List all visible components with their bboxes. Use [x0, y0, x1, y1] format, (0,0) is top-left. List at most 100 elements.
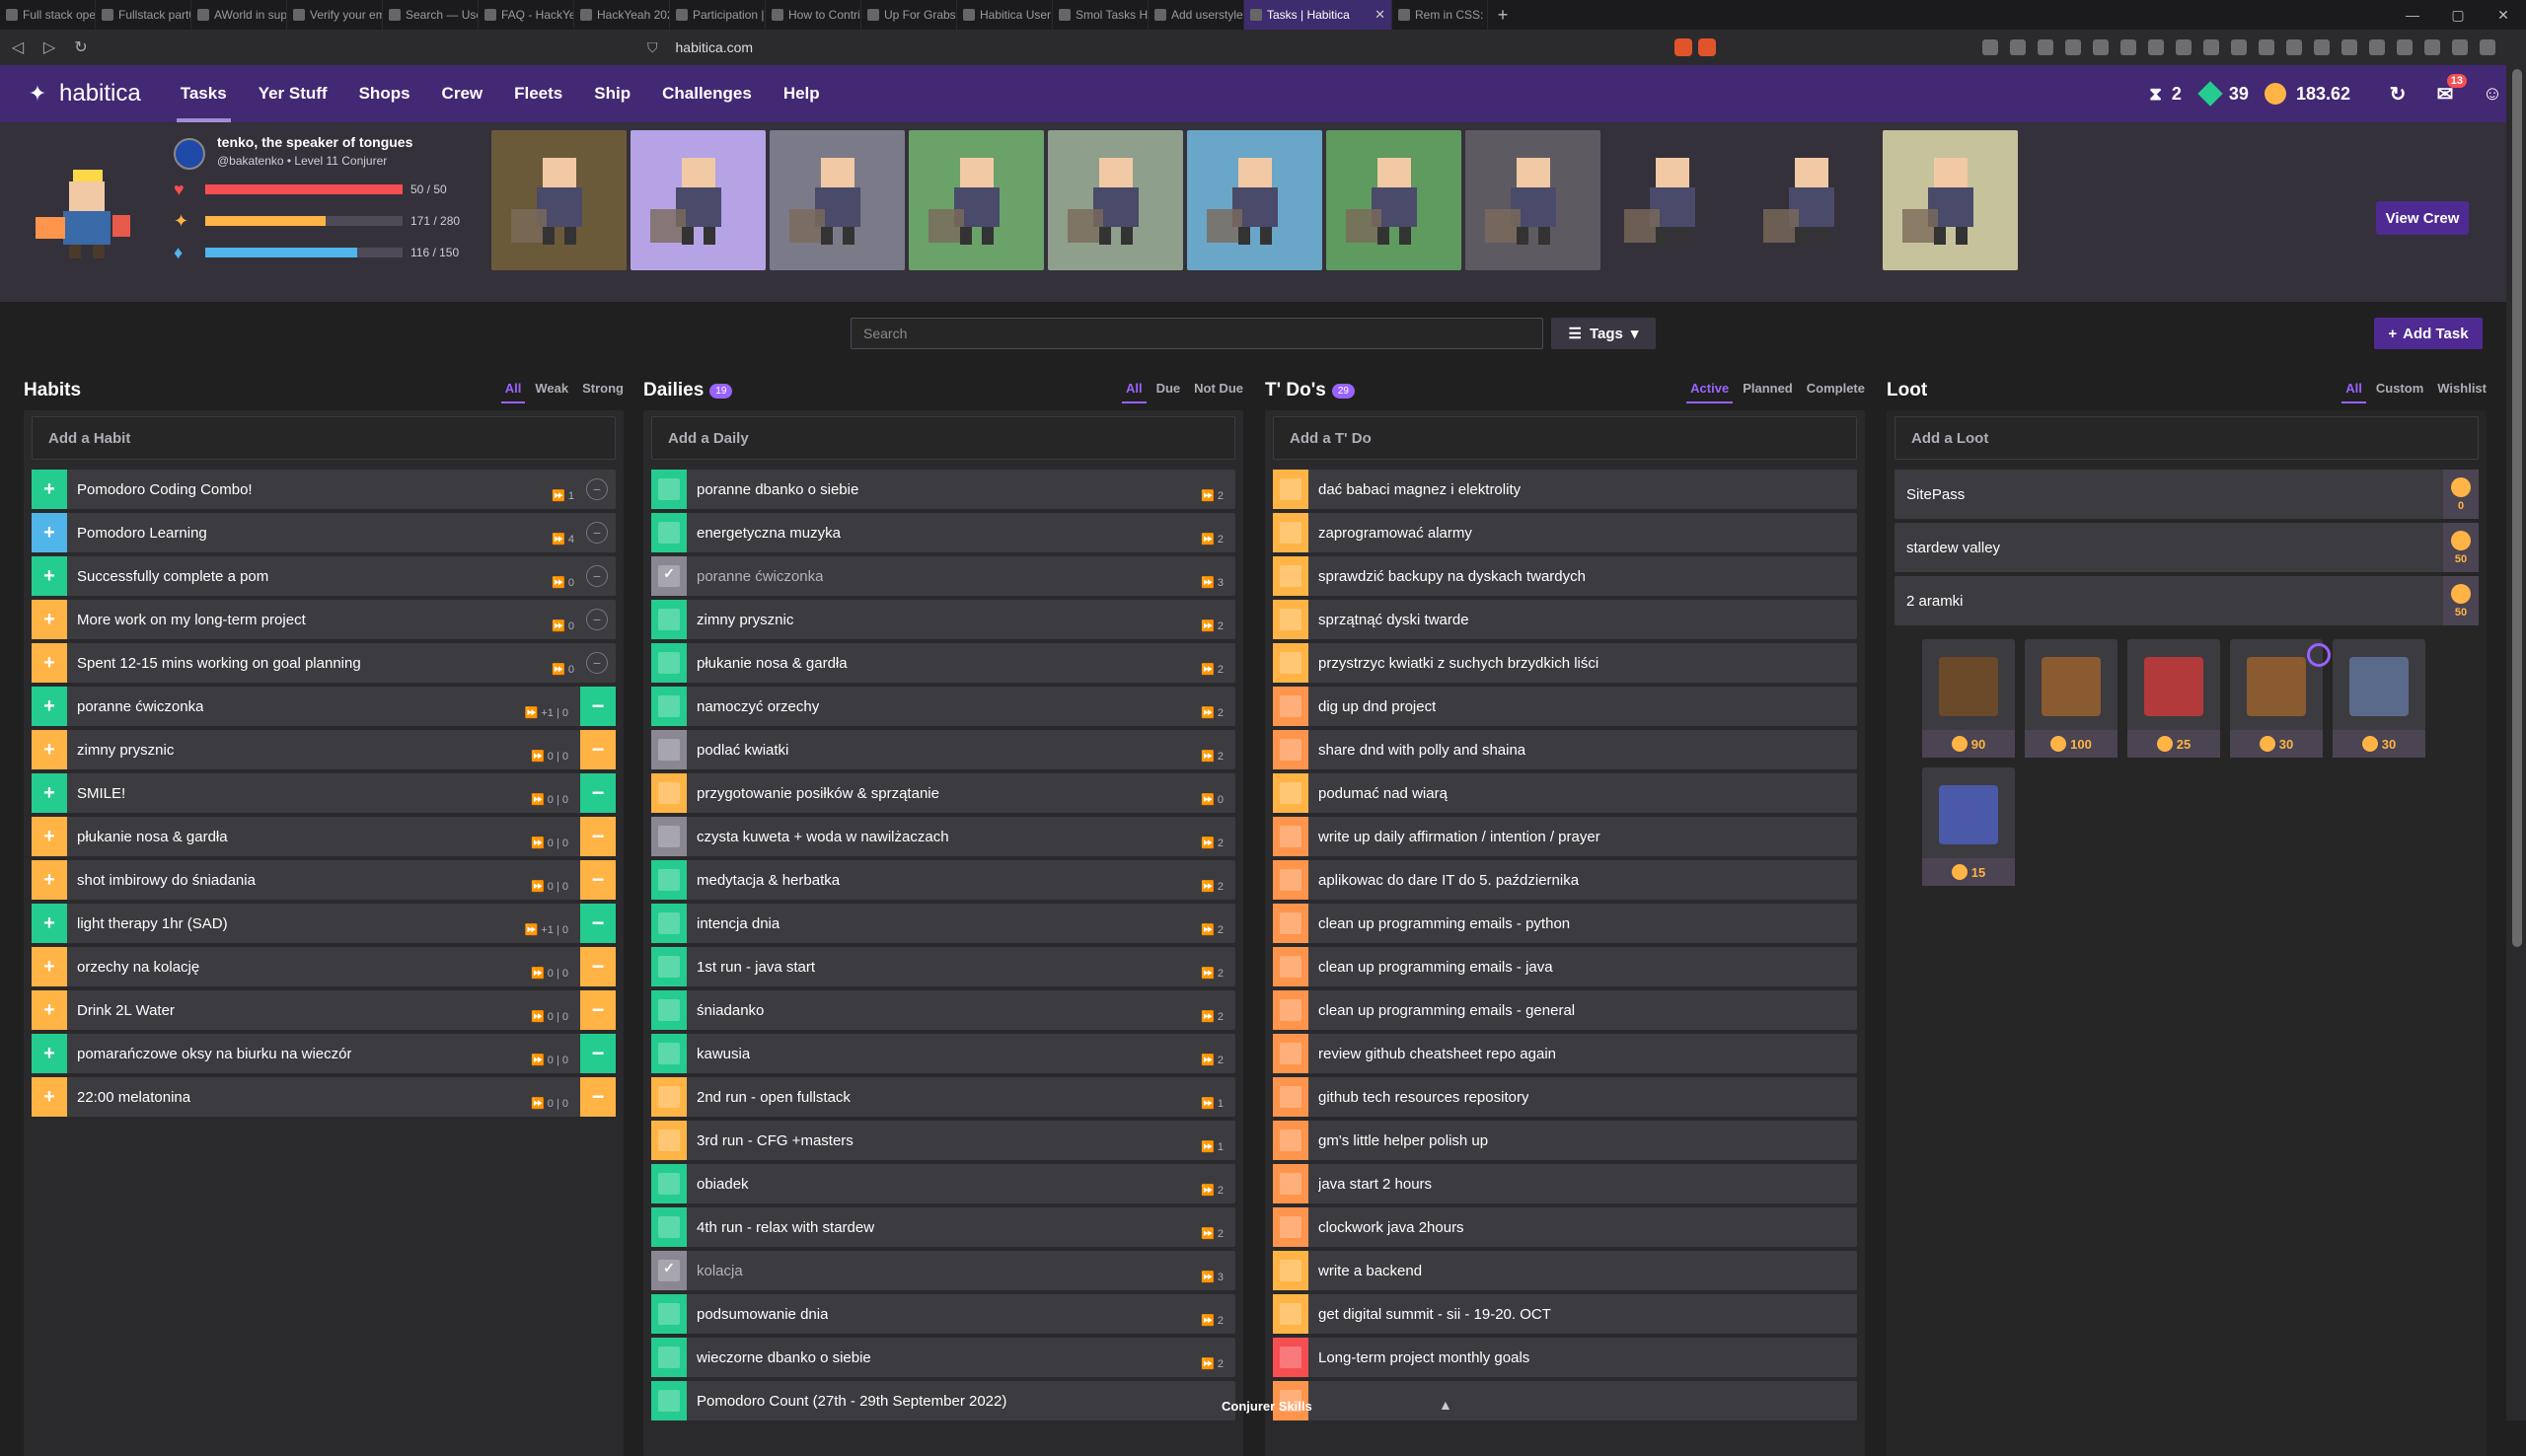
todo-title[interactable]: clean up programming emails - general — [1318, 1002, 1575, 1019]
daily-checkbox[interactable] — [651, 1207, 687, 1247]
todo-checkbox[interactable] — [1273, 947, 1308, 986]
todo-title[interactable]: dać babaci magnez i elektrolity — [1318, 481, 1521, 498]
shop-item[interactable]: 100 — [2025, 639, 2117, 758]
nav-crew[interactable]: Crew — [442, 65, 483, 122]
add-task-button[interactable]: + Add Task — [2374, 318, 2483, 349]
habit-minus-button[interactable]: − — [586, 522, 608, 544]
daily-checkbox[interactable]: ✓ — [651, 556, 687, 596]
todo-checkbox[interactable] — [1273, 600, 1308, 639]
habit-title[interactable]: pomarańczowe oksy na biurku na wieczór — [77, 1046, 351, 1062]
todo-title[interactable]: gm's little helper polish up — [1318, 1132, 1488, 1149]
habits-filter-weak[interactable]: Weak — [535, 381, 568, 401]
add-loot-input[interactable]: Add a Loot — [1894, 416, 2479, 460]
party-member-avatar[interactable] — [631, 130, 766, 270]
habit-plus-button[interactable]: + — [32, 470, 67, 509]
todo-title[interactable]: write a backend — [1318, 1263, 1422, 1279]
notifications-icon[interactable]: ✉ 13 — [2431, 74, 2467, 108]
reload-icon[interactable]: ↻ — [67, 37, 95, 57]
extension-icon[interactable] — [2037, 39, 2053, 55]
dailies-filter-not-due[interactable]: Not Due — [1194, 381, 1243, 401]
habit-minus-button[interactable]: − — [586, 565, 608, 587]
habit-title[interactable]: Spent 12-15 mins working on goal plannin… — [77, 655, 361, 672]
scrollbar-thumb[interactable] — [2512, 69, 2522, 947]
habit-minus-button[interactable]: − — [580, 990, 616, 1030]
nav-help[interactable]: Help — [783, 65, 820, 122]
add-daily-input[interactable]: Add a Daily — [651, 416, 1235, 460]
browser-tab[interactable]: Rem in CSS: Understa — [1392, 0, 1488, 30]
daily-checkbox[interactable] — [651, 904, 687, 943]
daily-title[interactable]: podlać kwiatki — [697, 742, 788, 759]
daily-title[interactable]: śniadanko — [697, 1002, 764, 1019]
todo-title[interactable]: get digital summit - sii - 19-20. OCT — [1318, 1306, 1551, 1323]
extension-icon[interactable] — [2423, 39, 2440, 55]
todo-title[interactable]: github tech resources repository — [1318, 1089, 1528, 1106]
extension-icon[interactable] — [2230, 39, 2247, 55]
shop-item[interactable]: 25 — [2127, 639, 2220, 758]
todo-title[interactable]: zaprogramować alarmy — [1318, 525, 1472, 542]
brave-shields[interactable] — [1673, 38, 1716, 56]
daily-title[interactable]: przygotowanie posiłków & sprzątanie — [697, 785, 939, 802]
todo-checkbox[interactable] — [1273, 513, 1308, 552]
todo-title[interactable]: Long-term project monthly goals — [1318, 1349, 1529, 1366]
daily-title[interactable]: kolacja — [697, 1263, 743, 1279]
todo-checkbox[interactable] — [1273, 1251, 1308, 1290]
daily-checkbox[interactable] — [651, 600, 687, 639]
daily-title[interactable]: wieczorne dbanko o siebie — [697, 1349, 871, 1366]
nav-ship[interactable]: Ship — [594, 65, 631, 122]
todo-checkbox[interactable] — [1273, 990, 1308, 1030]
browser-tab[interactable]: Smol Tasks Habitica — [1053, 0, 1149, 30]
daily-checkbox[interactable] — [651, 730, 687, 769]
extension-icon[interactable] — [2340, 39, 2357, 55]
habit-minus-button[interactable]: − — [580, 773, 616, 813]
habit-plus-button[interactable]: + — [32, 687, 67, 726]
browser-tab[interactable]: Full stack open 2022 — [0, 0, 96, 30]
habit-plus-button[interactable]: + — [32, 643, 67, 683]
party-member-avatar[interactable] — [1187, 130, 1322, 270]
daily-checkbox[interactable] — [651, 1381, 687, 1420]
todo-checkbox[interactable] — [1273, 817, 1308, 856]
todo-title[interactable]: java start 2 hours — [1318, 1176, 1432, 1193]
habit-minus-button[interactable]: − — [586, 609, 608, 630]
todo-checkbox[interactable] — [1273, 1338, 1308, 1377]
daily-checkbox[interactable] — [651, 947, 687, 986]
user-menu-icon[interactable]: ☺ — [2479, 80, 2506, 108]
habit-title[interactable]: 22:00 melatonina — [77, 1089, 190, 1106]
reward-price-button[interactable]: 50 — [2443, 523, 2479, 572]
todo-title[interactable]: aplikowac do dare IT do 5. października — [1318, 872, 1579, 889]
browser-tab[interactable]: Up For Grabs — [861, 0, 957, 30]
extension-icon[interactable] — [2479, 39, 2495, 55]
close-icon[interactable]: ✕ — [1374, 7, 1385, 23]
habit-plus-button[interactable]: + — [32, 1034, 67, 1073]
todo-checkbox[interactable] — [1273, 687, 1308, 726]
brave-rewards-icon[interactable] — [1697, 38, 1716, 56]
daily-title[interactable]: czysta kuweta + woda w nawilżaczach — [697, 829, 949, 845]
habit-plus-button[interactable]: + — [32, 904, 67, 943]
extension-icon[interactable] — [2368, 39, 2385, 55]
todos-filter-active[interactable]: Active — [1686, 381, 1734, 403]
habit-minus-button[interactable]: − — [580, 1077, 616, 1117]
habit-minus-button[interactable]: − — [580, 687, 616, 726]
new-tab-icon[interactable]: + — [1488, 5, 1518, 26]
daily-title[interactable]: kawusia — [697, 1046, 750, 1062]
todo-checkbox[interactable] — [1273, 470, 1308, 509]
reward-title[interactable]: SitePass — [1906, 486, 1965, 503]
habit-plus-button[interactable]: + — [32, 773, 67, 813]
daily-title[interactable]: 1st run - java start — [697, 959, 815, 976]
reward-title[interactable]: stardew valley — [1906, 540, 2000, 556]
extension-icon[interactable] — [2092, 39, 2109, 55]
todo-title[interactable]: sprzątnąć dyski twarde — [1318, 612, 1469, 628]
extension-icon[interactable] — [2119, 39, 2136, 55]
extension-icon[interactable] — [2175, 39, 2192, 55]
todo-title[interactable]: dig up dnd project — [1318, 698, 1436, 715]
reward-title[interactable]: 2 aramki — [1906, 593, 1964, 610]
address-field[interactable]: habitica.com — [668, 35, 1665, 60]
shop-item[interactable]: 90 — [1922, 639, 2015, 758]
daily-title[interactable]: płukanie nosa & gardła — [697, 655, 848, 672]
extension-icon[interactable] — [2009, 39, 2026, 55]
daily-checkbox[interactable] — [651, 817, 687, 856]
habit-title[interactable]: Pomodoro Learning — [77, 525, 207, 542]
todo-title[interactable]: clockwork java 2hours — [1318, 1219, 1464, 1236]
sync-icon[interactable]: ↻ — [2384, 80, 2412, 108]
loot-filter-custom[interactable]: Custom — [2376, 381, 2423, 401]
reward-price-button[interactable]: 0 — [2443, 470, 2479, 519]
